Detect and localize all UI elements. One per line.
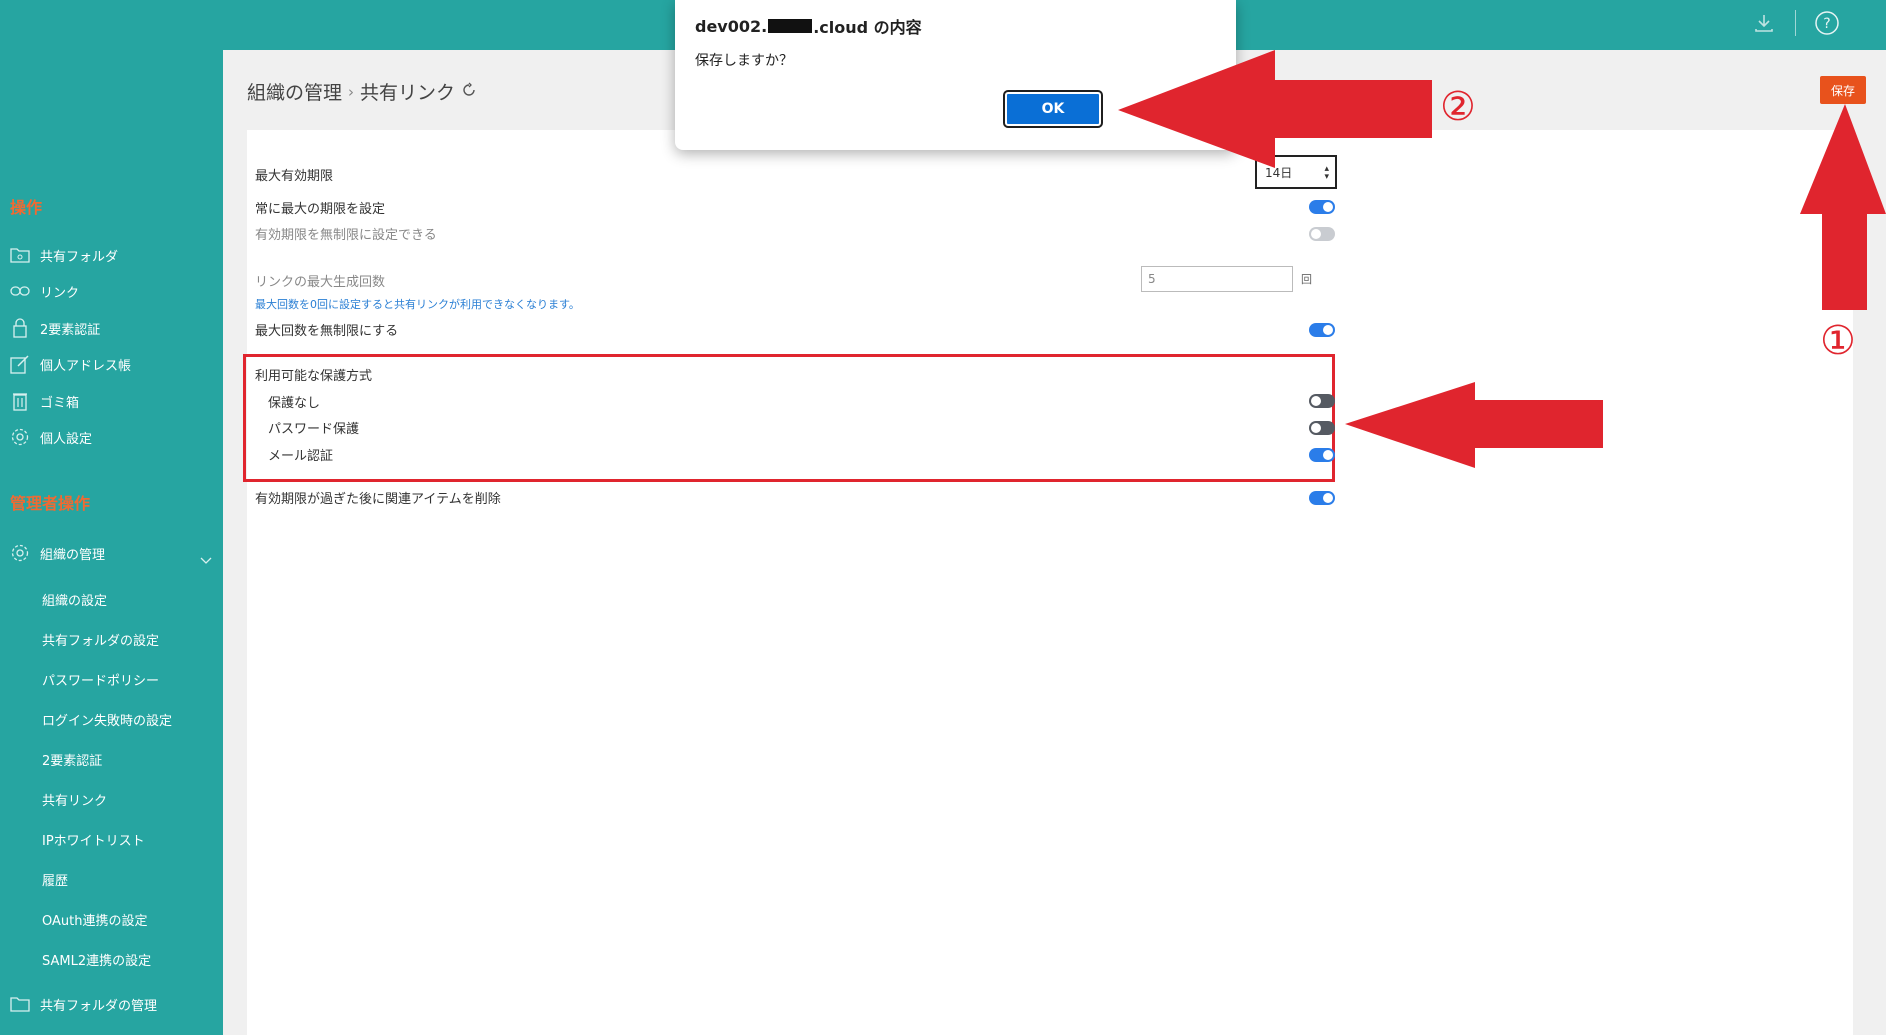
arrow-to-save	[1800, 104, 1886, 310]
annotation-overlay	[1118, 50, 1886, 468]
step-2-label: ②	[1440, 84, 1476, 130]
arrow-to-ok	[1118, 50, 1432, 168]
arrow-to-protection	[1345, 382, 1603, 468]
step-1-label: ①	[1820, 318, 1856, 364]
